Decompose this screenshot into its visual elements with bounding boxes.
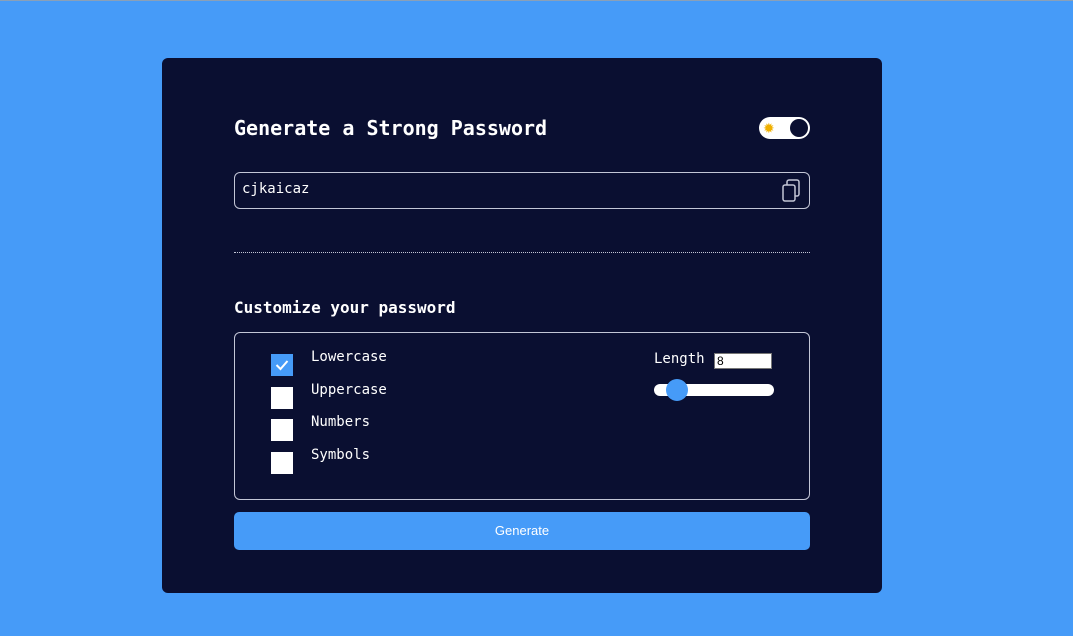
toggle-knob [790, 119, 808, 137]
length-label: Length [654, 351, 705, 367]
generate-button[interactable]: Generate [234, 512, 810, 550]
customize-title: Customize your password [234, 298, 456, 317]
length-input[interactable]: 8 [714, 353, 772, 369]
numbers-checkbox[interactable] [271, 419, 293, 441]
options-panel: Lowercase Uppercase Numbers Symbols Leng… [234, 332, 810, 500]
length-slider[interactable] [654, 379, 774, 401]
top-border [0, 0, 1073, 1]
lowercase-checkbox[interactable] [271, 354, 293, 376]
theme-toggle[interactable]: ✹ [759, 117, 810, 139]
page-title: Generate a Strong Password [234, 116, 548, 140]
divider [234, 252, 810, 253]
generator-card: Generate a Strong Password ✹ cjkaicaz Cu… [162, 58, 882, 593]
check-icon [275, 360, 289, 371]
copy-icon[interactable] [781, 179, 801, 203]
option-label: Uppercase [311, 382, 387, 398]
uppercase-checkbox[interactable] [271, 387, 293, 409]
symbols-checkbox[interactable] [271, 452, 293, 474]
slider-thumb[interactable] [666, 379, 688, 401]
password-value: cjkaicaz [242, 181, 310, 197]
option-label: Numbers [311, 414, 371, 430]
sun-icon: ✹ [763, 120, 775, 136]
option-label: Lowercase [311, 349, 387, 365]
password-output[interactable]: cjkaicaz [234, 172, 810, 209]
option-label: Symbols [311, 447, 371, 463]
